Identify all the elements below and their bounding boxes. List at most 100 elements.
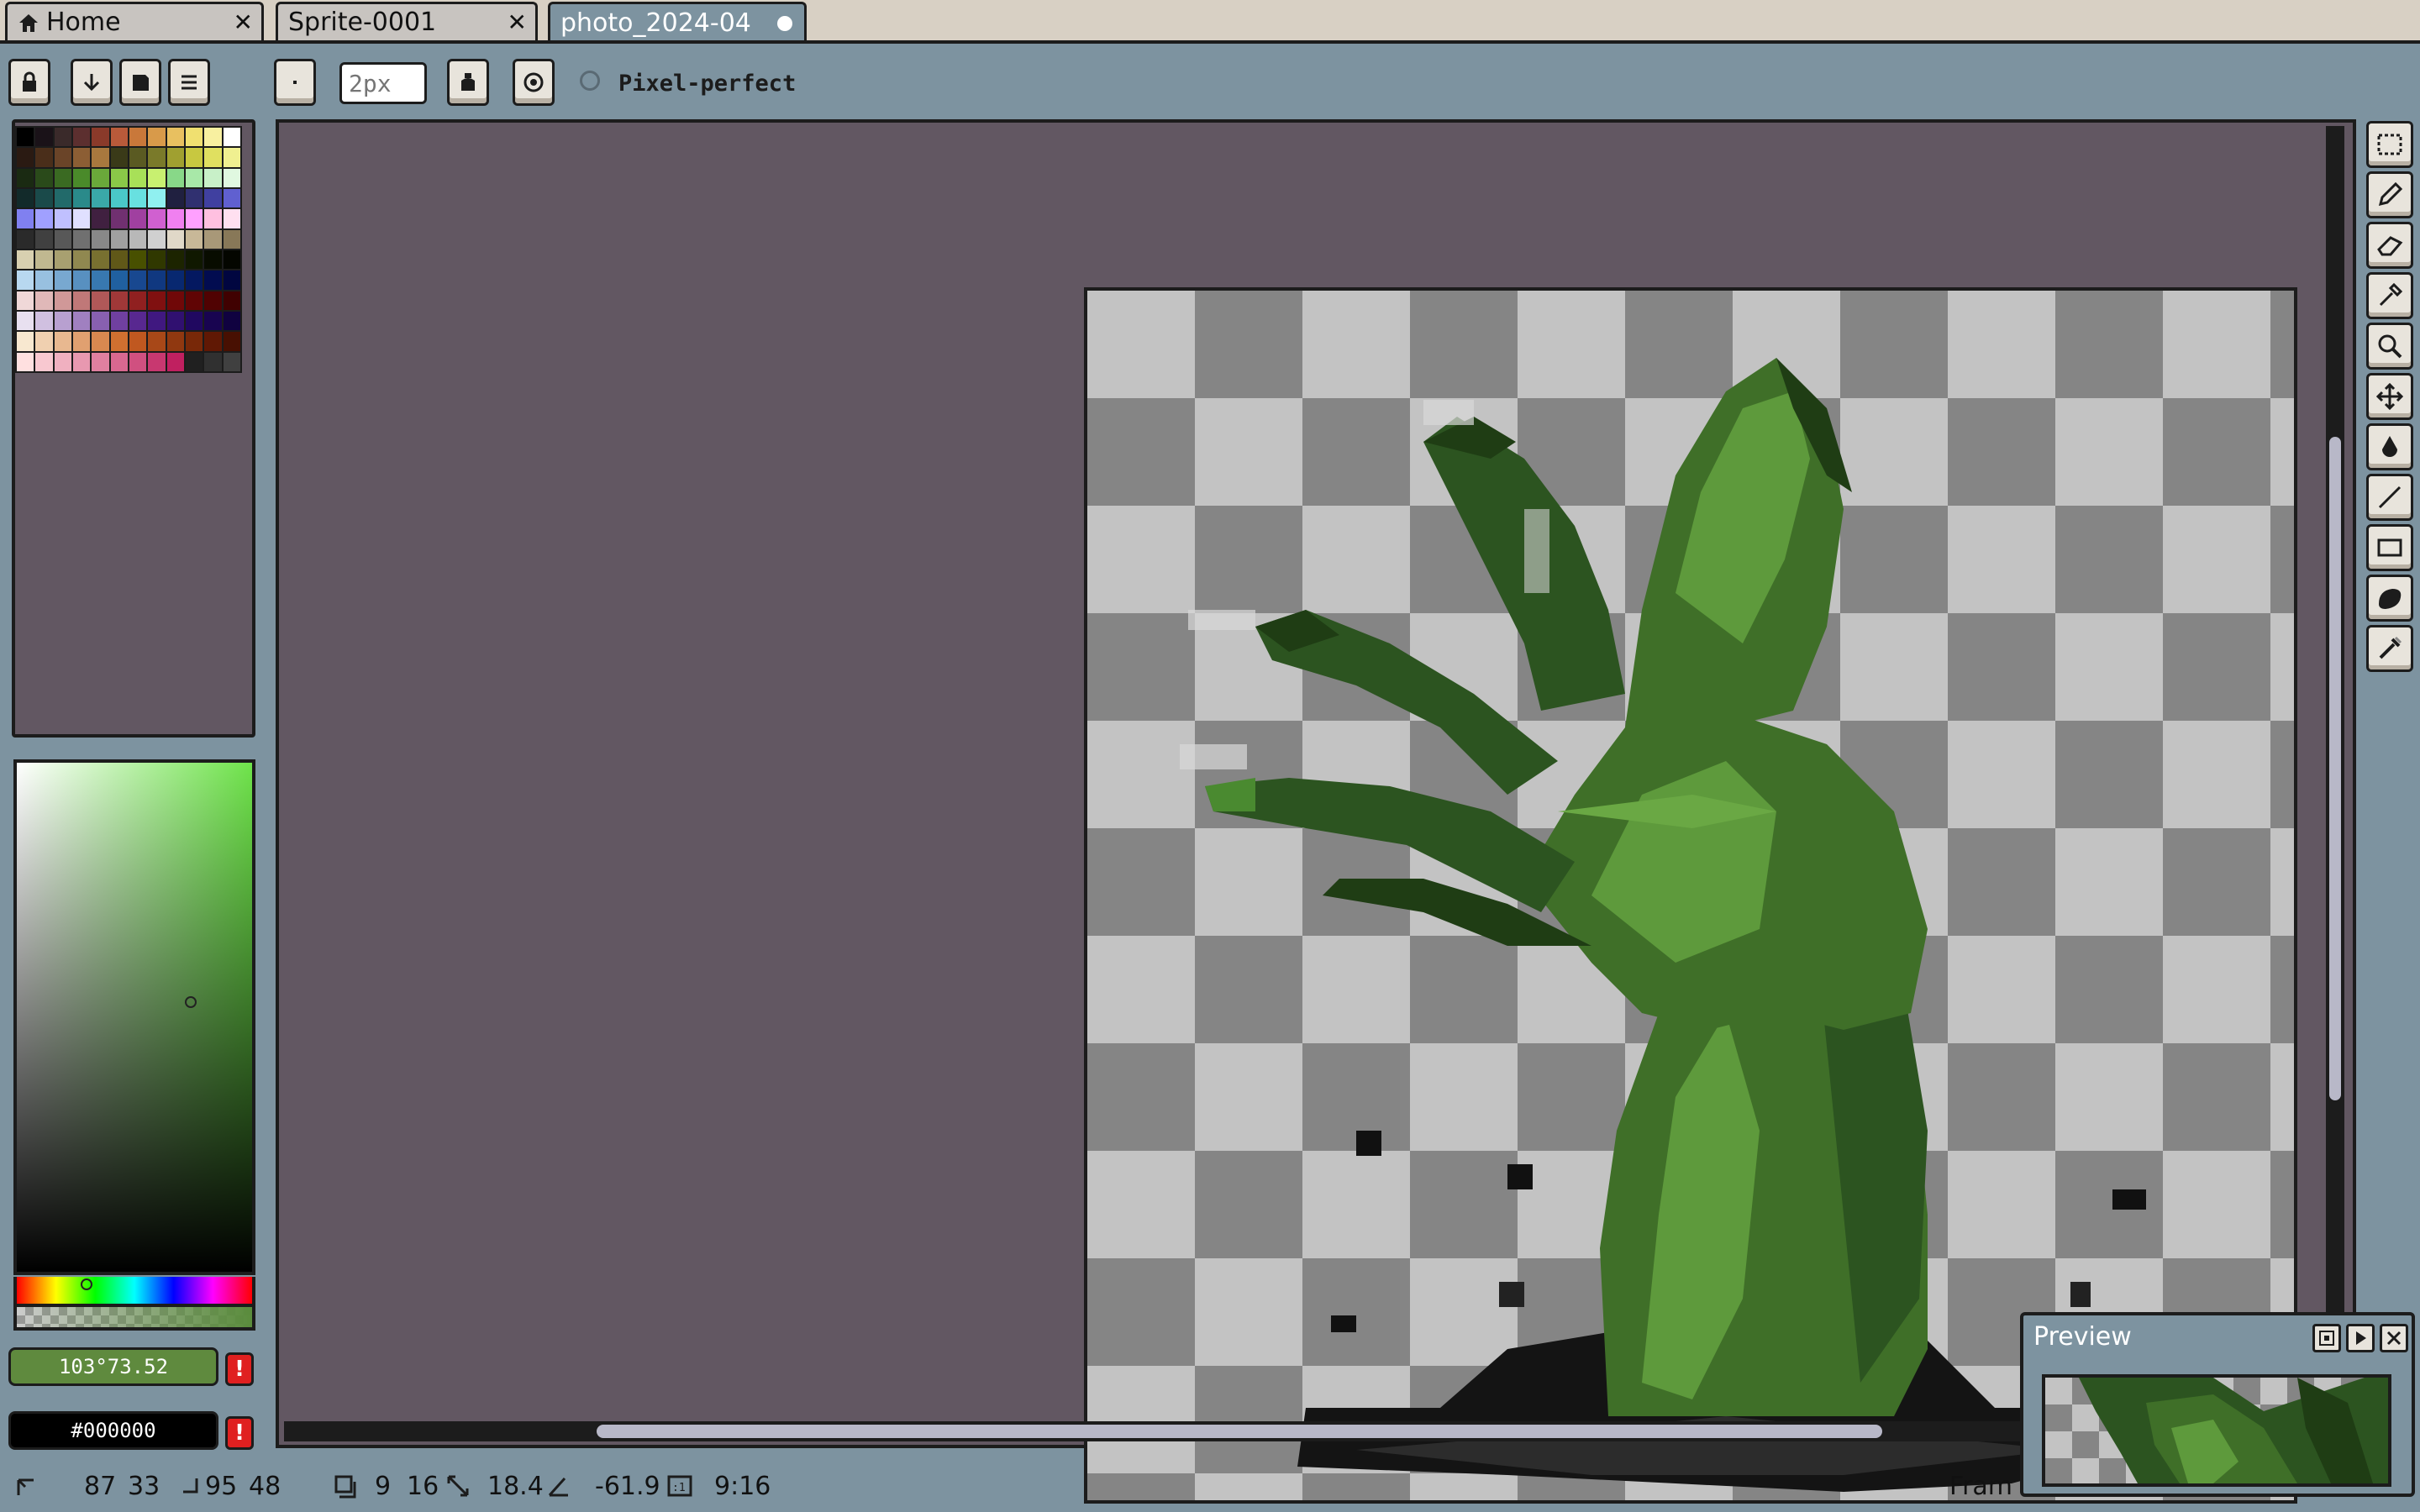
editor-canvas-area[interactable] bbox=[276, 119, 2356, 1504]
horizontal-scroll-thumb[interactable] bbox=[597, 1425, 1882, 1438]
palette-swatch[interactable] bbox=[186, 332, 203, 351]
hex-warning-button[interactable]: ! bbox=[225, 1416, 254, 1450]
ink-type-button[interactable] bbox=[447, 59, 489, 106]
palette-swatch[interactable] bbox=[54, 311, 71, 331]
palette-swatch[interactable] bbox=[110, 229, 128, 249]
tab-home[interactable]: Home ✕ bbox=[5, 2, 264, 40]
palette-swatch[interactable] bbox=[148, 209, 166, 228]
palette-swatch[interactable] bbox=[73, 291, 91, 310]
palette-swatch[interactable] bbox=[110, 209, 128, 228]
palette-swatch[interactable] bbox=[186, 249, 203, 270]
palette-swatch[interactable] bbox=[73, 229, 91, 249]
palette-swatch[interactable] bbox=[54, 270, 71, 290]
contour-tool-button[interactable] bbox=[2366, 575, 2413, 622]
palette-swatch[interactable] bbox=[129, 188, 147, 208]
palette-swatch[interactable] bbox=[148, 229, 166, 249]
palette-swatch[interactable] bbox=[166, 291, 184, 310]
palette-swatch[interactable] bbox=[204, 209, 222, 228]
palette-swatch[interactable] bbox=[148, 352, 166, 371]
palette-swatch[interactable] bbox=[129, 352, 147, 371]
palette-swatch[interactable] bbox=[186, 270, 203, 290]
palette-swatch[interactable] bbox=[92, 270, 109, 290]
palette-swatch[interactable] bbox=[54, 209, 71, 228]
palette-swatch[interactable] bbox=[35, 249, 53, 270]
palette-swatch[interactable] bbox=[148, 332, 166, 351]
palette-swatch[interactable] bbox=[35, 148, 53, 167]
palette-swatch[interactable] bbox=[92, 209, 109, 228]
palette-swatch[interactable] bbox=[17, 332, 34, 351]
fill-tool-button[interactable] bbox=[2366, 423, 2413, 470]
palette-swatch[interactable] bbox=[17, 291, 34, 310]
palette-swatch[interactable] bbox=[17, 229, 34, 249]
palette-swatch[interactable] bbox=[166, 168, 184, 187]
palette-swatch[interactable] bbox=[204, 291, 222, 310]
palette-swatch[interactable] bbox=[129, 291, 147, 310]
vertical-scroll-thumb[interactable] bbox=[2329, 437, 2341, 1100]
hex-readout-field[interactable]: #000000 bbox=[8, 1411, 218, 1450]
palette-swatch[interactable] bbox=[223, 249, 240, 270]
palette-swatch[interactable] bbox=[54, 291, 71, 310]
palette-swatch[interactable] bbox=[35, 291, 53, 310]
palette-swatch[interactable] bbox=[110, 270, 128, 290]
pixel-perfect-checkbox[interactable] bbox=[580, 71, 600, 91]
palette-swatch[interactable] bbox=[204, 188, 222, 208]
line-tool-button[interactable] bbox=[2366, 474, 2413, 521]
lock-button[interactable] bbox=[8, 59, 50, 106]
palette-menu-button[interactable] bbox=[168, 59, 210, 106]
preview-play-button[interactable] bbox=[2346, 1324, 2375, 1352]
palette-swatch[interactable] bbox=[17, 148, 34, 167]
palette-swatch[interactable] bbox=[54, 148, 71, 167]
zoom-tool-button[interactable] bbox=[2366, 323, 2413, 370]
unsaved-dot-icon[interactable] bbox=[777, 15, 792, 31]
tab-sprite-0001[interactable]: Sprite-0001 ✕ bbox=[276, 2, 538, 40]
palette-swatch[interactable] bbox=[110, 352, 128, 371]
palette-swatch[interactable] bbox=[204, 270, 222, 290]
palette-swatch[interactable] bbox=[92, 311, 109, 331]
palette-swatch[interactable] bbox=[73, 352, 91, 371]
palette-swatch[interactable] bbox=[166, 311, 184, 331]
palette-swatch[interactable] bbox=[223, 332, 240, 351]
vertical-scrollbar[interactable] bbox=[2326, 126, 2344, 1420]
palette-swatch[interactable] bbox=[223, 311, 240, 331]
pencil-tool-button[interactable] bbox=[2366, 171, 2413, 218]
palette-swatch[interactable] bbox=[223, 128, 240, 147]
palette-swatch[interactable] bbox=[73, 332, 91, 351]
palette-swatch[interactable] bbox=[92, 352, 109, 371]
palette-swatch[interactable] bbox=[54, 168, 71, 187]
palette-swatch[interactable] bbox=[223, 229, 240, 249]
palette-swatch[interactable] bbox=[186, 311, 203, 331]
palette-swatch[interactable] bbox=[186, 148, 203, 167]
eraser-tool-button[interactable] bbox=[2366, 222, 2413, 269]
hsv-readout-field[interactable]: 103°73.52 bbox=[8, 1347, 218, 1386]
rectangle-tool-button[interactable] bbox=[2366, 524, 2413, 571]
palette-swatch[interactable] bbox=[148, 148, 166, 167]
palette-swatch[interactable] bbox=[166, 352, 184, 371]
preview-center-button[interactable] bbox=[2312, 1324, 2341, 1352]
palette-swatch[interactable] bbox=[92, 128, 109, 147]
palette-swatch[interactable] bbox=[35, 352, 53, 371]
palette-swatch[interactable] bbox=[148, 311, 166, 331]
palette-swatch[interactable] bbox=[54, 332, 71, 351]
hue-cursor[interactable] bbox=[81, 1278, 92, 1290]
palette-swatch[interactable] bbox=[223, 270, 240, 290]
palette-swatch[interactable] bbox=[17, 128, 34, 147]
brush-shape-button[interactable] bbox=[274, 59, 316, 106]
move-tool-button[interactable] bbox=[2366, 373, 2413, 420]
alpha-slider[interactable] bbox=[13, 1307, 255, 1331]
palette-swatch[interactable] bbox=[73, 270, 91, 290]
palette-swatch[interactable] bbox=[186, 291, 203, 310]
palette-swatch[interactable] bbox=[204, 148, 222, 167]
palette-swatch[interactable] bbox=[129, 148, 147, 167]
sort-palette-button[interactable] bbox=[71, 59, 113, 106]
palette-swatch[interactable] bbox=[110, 188, 128, 208]
palette-swatch[interactable] bbox=[17, 168, 34, 187]
palette-swatch[interactable] bbox=[223, 209, 240, 228]
palette-swatch[interactable] bbox=[35, 270, 53, 290]
palette-swatch[interactable] bbox=[166, 270, 184, 290]
palette-swatch[interactable] bbox=[92, 249, 109, 270]
palette-swatch[interactable] bbox=[204, 332, 222, 351]
palette-swatch[interactable] bbox=[110, 249, 128, 270]
saturation-value-picker[interactable] bbox=[13, 759, 255, 1275]
palette-swatch[interactable] bbox=[110, 311, 128, 331]
palette-swatch[interactable] bbox=[186, 188, 203, 208]
